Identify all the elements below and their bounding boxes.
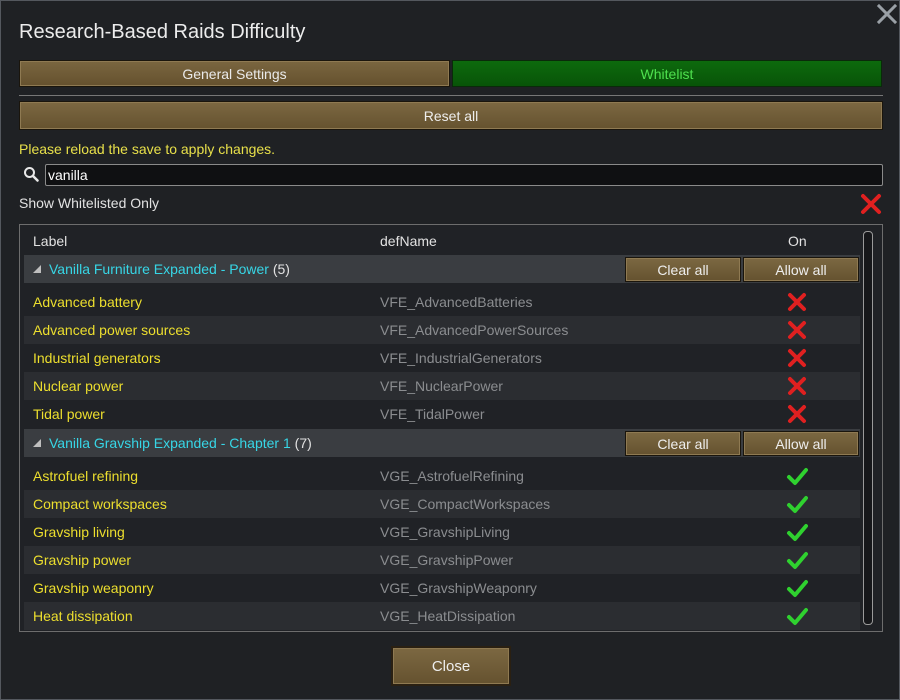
group-count: (7) (294, 435, 312, 451)
column-header-defname: defName (380, 233, 437, 249)
group-header[interactable]: Vanilla Gravship Expanded - Chapter 1 (7… (24, 429, 860, 457)
row-defname: VFE_NuclearPower (380, 378, 503, 394)
checkmark-icon[interactable] (786, 577, 808, 599)
row-label: Gravship living (33, 524, 125, 540)
allow-all-button[interactable]: Allow all (743, 431, 859, 456)
table-row: Gravship living VGE_GravshipLiving (24, 518, 860, 546)
checkmark-icon[interactable] (786, 549, 808, 571)
group-count: (5) (272, 261, 290, 277)
row-label: Gravship power (33, 552, 132, 568)
row-defname: VGE_GravshipLiving (380, 524, 510, 540)
whitelist-table: Label defName On Vanilla Furniture Expan… (19, 224, 883, 632)
clear-all-label: Clear all (657, 435, 709, 452)
cross-icon[interactable] (786, 291, 808, 313)
tab-divider (19, 95, 883, 96)
table-row: Industrial generators VFE_IndustrialGene… (24, 344, 860, 372)
table-row: Compact workspaces VGE_CompactWorkspaces (24, 490, 860, 518)
row-defname: VGE_HeatDissipation (380, 608, 516, 624)
row-defname: VGE_GravshipPower (380, 552, 514, 568)
row-label: Gravship weaponry (33, 580, 154, 596)
row-defname: VGE_CompactWorkspaces (380, 496, 551, 512)
table-row: Heat dissipation VGE_HeatDissipation (24, 602, 860, 630)
table-scrollbar[interactable] (863, 231, 873, 625)
collapse-triangle-icon[interactable] (33, 265, 41, 273)
table-row: Nuclear power VFE_NuclearPower (24, 372, 860, 400)
cross-icon[interactable] (786, 319, 808, 341)
table-row: Gravship weaponry VGE_GravshipWeaponry (24, 574, 860, 602)
allow-all-label: Allow all (775, 435, 827, 452)
column-header-on: On (788, 233, 807, 249)
checkmark-icon[interactable] (786, 465, 808, 487)
row-defname: VFE_TidalPower (380, 406, 485, 422)
table-row: Astrofuel refining VGE_AstrofuelRefining (24, 462, 860, 490)
dialog-title: Research-Based Raids Difficulty (19, 21, 306, 43)
row-defname: VFE_IndustrialGenerators (380, 350, 542, 366)
tab-general-settings[interactable]: General Settings (19, 60, 450, 87)
group-name: Vanilla Furniture Expanded - Power (49, 261, 269, 277)
row-label: Astrofuel refining (33, 468, 139, 484)
search-icon (24, 167, 39, 182)
cross-icon[interactable] (786, 403, 808, 425)
tab-general-settings-label: General Settings (182, 65, 287, 82)
table-row: Advanced power sources VFE_AdvancedPower… (24, 316, 860, 344)
show-whitelisted-checkbox[interactable] (859, 192, 883, 216)
table-row: Tidal power VFE_TidalPower (24, 400, 860, 428)
collapse-triangle-icon[interactable] (33, 439, 41, 447)
group-title: Vanilla Furniture Expanded - Power (5) (49, 261, 290, 277)
show-whitelisted-label: Show Whitelisted Only (19, 195, 160, 211)
reset-all-label: Reset all (423, 107, 479, 124)
close-button[interactable]: Close (391, 646, 511, 686)
dialog-window: Research-Based Raids Difficulty General … (0, 0, 900, 700)
cross-icon[interactable] (786, 347, 808, 369)
row-label: Nuclear power (33, 378, 124, 394)
tab-whitelist-label: Whitelist (640, 65, 694, 82)
reload-notice: Please reload the save to apply changes. (19, 141, 276, 157)
checkmark-icon[interactable] (786, 521, 808, 543)
clear-all-label: Clear all (657, 261, 709, 278)
group-title: Vanilla Gravship Expanded - Chapter 1 (7… (49, 435, 312, 451)
close-icon[interactable] (875, 2, 899, 26)
clear-all-button[interactable]: Clear all (625, 257, 741, 282)
checkmark-icon[interactable] (786, 605, 808, 627)
row-label: Industrial generators (33, 350, 161, 366)
column-header-label: Label (33, 233, 68, 249)
row-label: Advanced power sources (33, 322, 191, 338)
table-row: Gravship power VGE_GravshipPower (24, 546, 860, 574)
row-defname: VGE_AstrofuelRefining (380, 468, 524, 484)
row-label: Tidal power (33, 406, 105, 422)
cross-icon[interactable] (786, 375, 808, 397)
row-defname: VFE_AdvancedBatteries (380, 294, 533, 310)
tab-whitelist[interactable]: Whitelist (452, 60, 882, 87)
allow-all-label: Allow all (775, 261, 827, 278)
close-button-label: Close (431, 657, 471, 675)
row-defname: VFE_AdvancedPowerSources (380, 322, 569, 338)
row-label: Compact workspaces (33, 496, 167, 512)
group-header[interactable]: Vanilla Furniture Expanded - Power (5) C… (24, 255, 860, 283)
clear-all-button[interactable]: Clear all (625, 431, 741, 456)
row-defname: VGE_GravshipWeaponry (380, 580, 537, 596)
group-name: Vanilla Gravship Expanded - Chapter 1 (49, 435, 291, 451)
checkmark-icon[interactable] (786, 493, 808, 515)
table-row: Advanced battery VFE_AdvancedBatteries (24, 288, 860, 316)
row-label: Advanced battery (33, 294, 142, 310)
allow-all-button[interactable]: Allow all (743, 257, 859, 282)
search-input[interactable] (45, 164, 883, 186)
row-label: Heat dissipation (33, 608, 133, 624)
reset-all-button[interactable]: Reset all (19, 101, 883, 130)
